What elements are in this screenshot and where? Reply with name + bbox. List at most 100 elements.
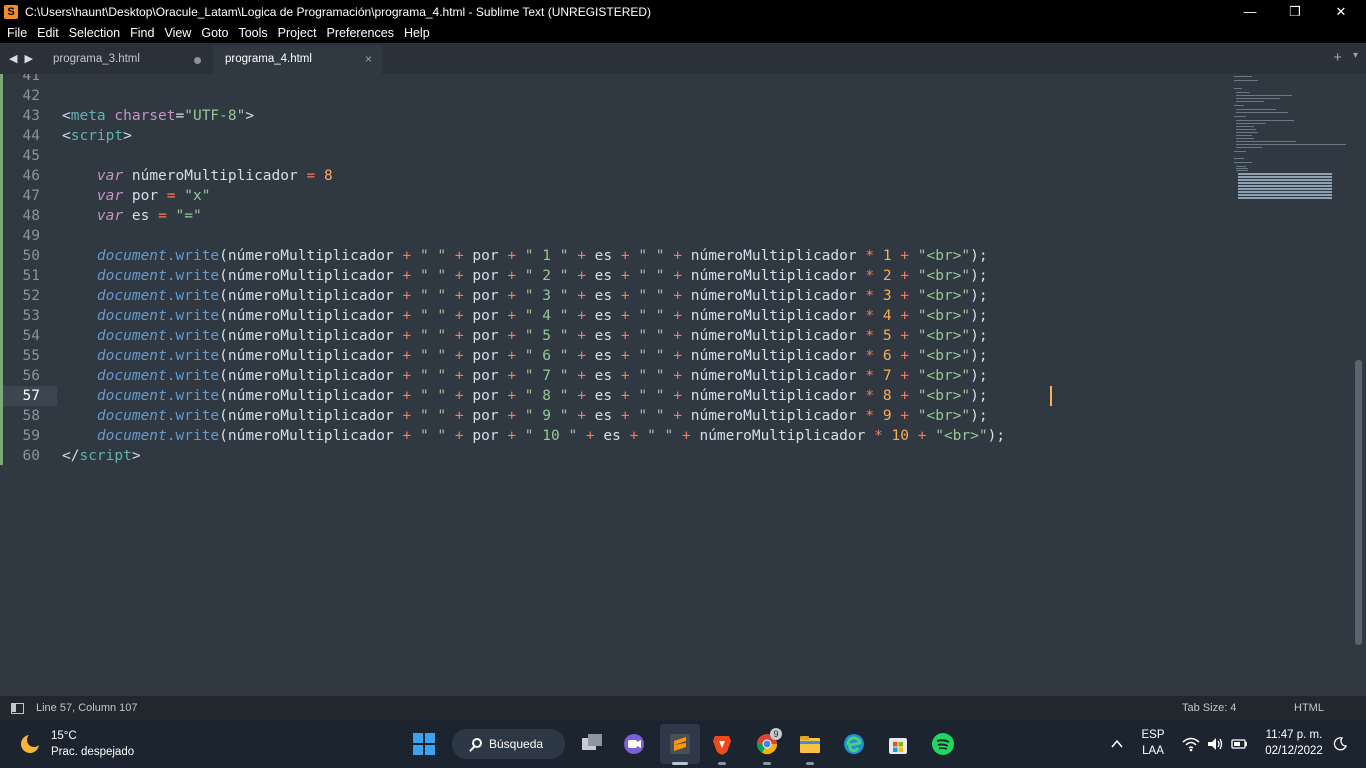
windows-start-icon[interactable]	[412, 732, 436, 756]
line-number: 46	[22, 168, 40, 184]
line-number: 43	[22, 108, 40, 124]
input-language[interactable]: ESP	[1140, 729, 1166, 741]
tab-programa-4[interactable]: programa_4.html ×	[213, 45, 382, 74]
minimize-button[interactable]: —	[1227, 0, 1273, 23]
code-line: <script>	[62, 128, 132, 144]
wifi-icon[interactable]	[1182, 736, 1200, 752]
battery-icon[interactable]	[1230, 736, 1248, 752]
code-line: document.write(númeroMultiplicador + " "…	[96, 348, 988, 364]
unsaved-dot-icon[interactable]	[194, 57, 201, 64]
weather-moon-icon[interactable]	[18, 732, 42, 756]
code-line: var númeroMultiplicador = 8	[96, 168, 333, 184]
cursor-position: Line 57, Column 107	[36, 702, 138, 714]
line-number: 58	[22, 408, 40, 424]
line-number: 48	[22, 208, 40, 224]
tab-programa-3[interactable]: programa_3.html	[41, 45, 213, 74]
line-number: 52	[22, 288, 40, 304]
volume-icon[interactable]	[1206, 736, 1224, 752]
close-button[interactable]: ✕	[1318, 0, 1364, 23]
menu-goto[interactable]: Goto	[196, 26, 233, 40]
menu-project[interactable]: Project	[273, 26, 322, 40]
microsoft-store-icon[interactable]	[886, 732, 910, 756]
search-label: Búsqueda	[489, 737, 544, 751]
code-line: document.write(númeroMultiplicador + " "…	[96, 308, 988, 324]
menu-find[interactable]: Find	[125, 26, 159, 40]
menu-edit[interactable]: Edit	[32, 26, 64, 40]
active-app-indicator	[672, 762, 688, 765]
tab-list-icon[interactable]: ▾	[1353, 50, 1358, 61]
code-line: <meta charset="UTF-8">	[62, 108, 255, 124]
code-line: document.write(númeroMultiplicador + " "…	[96, 268, 988, 284]
code-line: document.write(númeroMultiplicador + " "…	[96, 408, 988, 424]
keyboard-layout[interactable]: LAA	[1140, 745, 1166, 757]
menu-preferences[interactable]: Preferences	[322, 26, 399, 40]
sublime-text-icon[interactable]	[668, 732, 692, 756]
vertical-scrollbar[interactable]	[1355, 360, 1362, 645]
task-view-icon[interactable]	[580, 732, 604, 756]
spotify-icon[interactable]	[931, 732, 955, 756]
line-number: 51	[22, 268, 40, 284]
status-bar: Line 57, Column 107 Tab Size: 4 HTML	[0, 696, 1366, 720]
code-line: document.write(númeroMultiplicador + " "…	[96, 368, 988, 384]
menu-selection[interactable]: Selection	[64, 26, 125, 40]
syntax-selector[interactable]: HTML	[1294, 696, 1324, 720]
close-tab-icon[interactable]: ×	[365, 45, 372, 74]
line-number: 57	[22, 388, 40, 404]
code-line: var por = "x"	[96, 188, 211, 204]
maximize-button[interactable]: ❐	[1272, 0, 1318, 23]
line-number: 41	[22, 74, 40, 84]
line-number: 47	[22, 188, 40, 204]
chevron-up-icon[interactable]	[1110, 737, 1124, 751]
search-icon	[472, 738, 482, 748]
tab-label: programa_4.html	[225, 53, 312, 65]
taskbar-search[interactable]: Búsqueda	[452, 729, 565, 759]
brave-browser-icon[interactable]	[710, 732, 734, 756]
code-text[interactable]: <meta charset="UTF-8"> <script> var núme…	[62, 74, 1005, 464]
windows-taskbar: 15°C Prac. despejado Búsqueda 9 ESP LAA …	[0, 720, 1366, 768]
running-app-indicator	[806, 762, 814, 765]
tab-size-selector[interactable]: Tab Size: 4	[1182, 696, 1236, 720]
running-app-indicator	[718, 762, 726, 765]
tab-navigation-arrows-icon[interactable]: ◀ ▶	[9, 52, 35, 65]
menu-bar: File Edit Selection Find View Goto Tools…	[0, 23, 1366, 43]
text-caret	[1050, 386, 1052, 406]
code-line: </script>	[62, 448, 141, 464]
code-line: document.write(númeroMultiplicador + " "…	[96, 248, 988, 264]
chrome-badge: 9	[770, 728, 782, 740]
window-title: C:\Users\haunt\Desktop\Oracule_Latam\Log…	[25, 4, 652, 19]
file-explorer-icon[interactable]	[798, 732, 822, 756]
edge-browser-icon[interactable]	[842, 732, 866, 756]
line-number: 56	[22, 368, 40, 384]
code-line: document.write(númeroMultiplicador + " "…	[96, 388, 988, 404]
code-editor[interactable]: 41 42 43 44 45 46 47 48 49 50 51 52 53 54 55 56 57 58 59 60…	[0, 74, 1366, 696]
line-number: 55	[22, 348, 40, 364]
toggle-panel-icon[interactable]	[11, 703, 24, 714]
sublime-logo-icon: S	[4, 4, 18, 19]
code-line: document.write(númeroMultiplicador + " "…	[96, 328, 988, 344]
clock-time[interactable]: 11:47 p. m.	[1258, 729, 1330, 741]
tab-label: programa_3.html	[53, 53, 140, 65]
line-number: 45	[22, 148, 40, 164]
menu-help[interactable]: Help	[399, 26, 435, 40]
new-tab-icon[interactable]: +	[1333, 49, 1342, 66]
notifications-moon-icon[interactable]	[1333, 737, 1347, 751]
menu-file[interactable]: File	[2, 26, 32, 40]
line-number: 44	[22, 128, 40, 144]
tab-bar: ◀ ▶ programa_3.html programa_4.html × + …	[0, 43, 1366, 74]
chat-icon[interactable]	[622, 732, 646, 756]
title-bar: S C:\Users\haunt\Desktop\Oracule_Latam\L…	[0, 0, 1366, 23]
code-line: document.write(númeroMultiplicador + " "…	[96, 288, 988, 304]
running-app-indicator	[763, 762, 771, 765]
line-number: 42	[22, 88, 40, 104]
menu-view[interactable]: View	[159, 26, 196, 40]
weather-description: Prac. despejado	[51, 746, 135, 758]
menu-tools[interactable]: Tools	[233, 26, 272, 40]
line-number: 60	[22, 448, 40, 464]
code-line: var es = "="	[96, 208, 202, 224]
minimap[interactable]	[1232, 74, 1352, 204]
weather-temperature: 15°C	[51, 730, 77, 742]
line-number: 54	[22, 328, 40, 344]
line-number: 53	[22, 308, 40, 324]
clock-date[interactable]: 02/12/2022	[1258, 745, 1330, 757]
code-line: document.write(númeroMultiplicador + " "…	[96, 428, 1006, 444]
